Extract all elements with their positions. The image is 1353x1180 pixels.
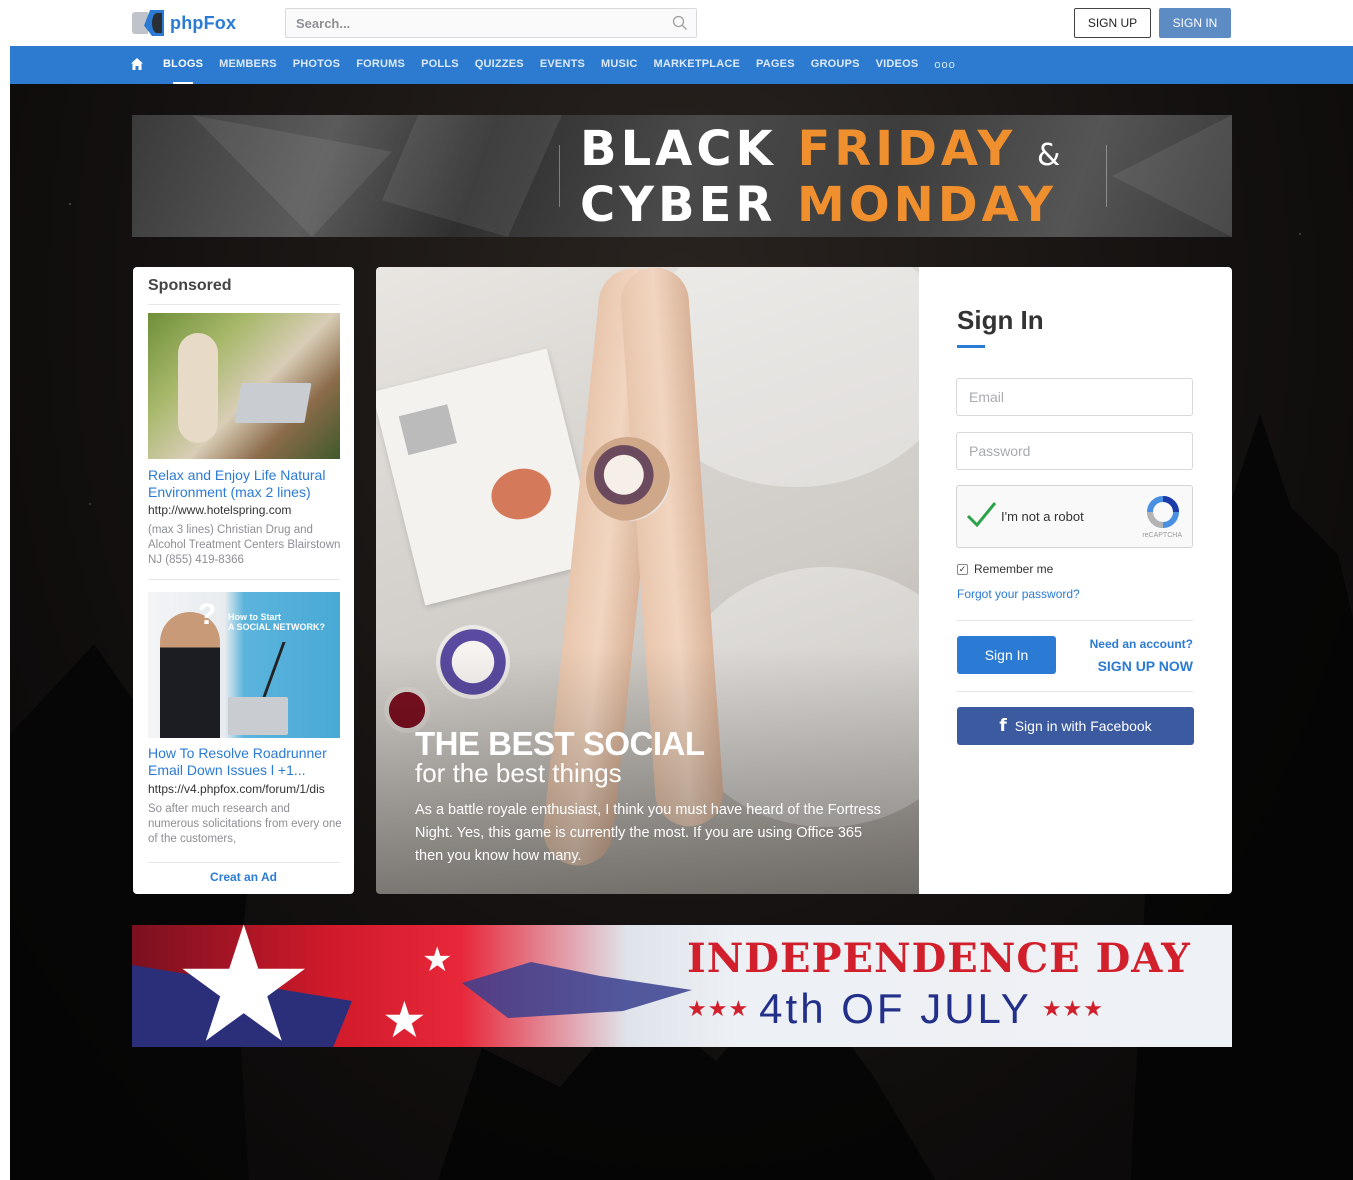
star-icon: ★ — [172, 925, 316, 1047]
email-field[interactable] — [956, 378, 1193, 416]
forgot-password-link[interactable]: Forgot your password? — [957, 587, 1080, 601]
header-signup-button[interactable]: SIGN UP — [1074, 8, 1151, 38]
nav-item-photos[interactable]: PHOTOS — [293, 46, 340, 84]
nav-item-groups[interactable]: GROUPS — [811, 46, 860, 84]
star-icon: ★ — [382, 992, 427, 1047]
signup-now-link[interactable]: SIGN UP NOW — [1098, 658, 1193, 674]
recaptcha-widget[interactable]: I'm not a robot reCAPTCHA — [956, 485, 1193, 548]
checkmark-icon[interactable] — [965, 500, 997, 530]
banner-line-2: CYBER MONDAY — [580, 177, 1057, 233]
nav-item-blogs[interactable]: BLOGS — [163, 46, 203, 84]
hero-subtitle: for the best things — [415, 758, 622, 788]
facebook-icon: f — [999, 716, 1007, 736]
nav-item-videos[interactable]: VIDEOS — [876, 46, 919, 84]
independence-day-banner[interactable]: ★ ★ ★ INDEPENDENCE DAY ★★★ 4th OF JULY ★… — [132, 925, 1232, 1047]
search-input[interactable] — [286, 9, 646, 37]
hero-text: As a battle royale enthusiast, I think y… — [415, 802, 881, 864]
ad-url-2: https://v4.phpfox.com/forum/1/dis — [148, 782, 325, 796]
divider — [148, 579, 340, 580]
nav-item-quizzes[interactable]: QUIZZES — [475, 46, 524, 84]
ad-image-1[interactable] — [148, 313, 340, 459]
nav-item-music[interactable]: MUSIC — [601, 46, 637, 84]
independence-subtitle: ★★★ 4th OF JULY ★★★ — [687, 985, 1104, 1032]
sponsored-panel: Sponsored Relax and Enjoy Life Natural E… — [133, 267, 354, 894]
ad-title-1[interactable]: Relax and Enjoy Life Natural Environment… — [148, 467, 343, 501]
search-box — [285, 8, 697, 38]
nav-more-icon[interactable]: ooo — [934, 59, 955, 71]
remember-me[interactable]: ✓ Remember me — [957, 562, 1053, 576]
need-account-label: Need an account? — [1089, 637, 1193, 651]
home-icon[interactable] — [130, 57, 144, 71]
ad-description-2: So after much research and numerous soli… — [148, 803, 342, 845]
logo-text: phpFox — [170, 12, 237, 33]
password-field[interactable] — [956, 432, 1193, 470]
nav-item-pages[interactable]: PAGES — [756, 46, 795, 84]
black-friday-banner[interactable]: BLACK FRIDAY & CYBER MONDAY — [132, 115, 1232, 237]
divider — [148, 862, 340, 863]
remember-checkbox[interactable]: ✓ — [957, 563, 968, 575]
nav-item-forums[interactable]: FORUMS — [356, 46, 405, 84]
captcha-label: I'm not a robot — [1001, 509, 1084, 524]
divider — [148, 304, 340, 305]
independence-title: INDEPENDENCE DAY — [687, 935, 1191, 982]
top-header: phpFox SIGN UP SIGN IN — [0, 0, 1353, 46]
nav-item-polls[interactable]: POLLS — [421, 46, 459, 84]
facebook-label: Sign in with Facebook — [1014, 718, 1152, 734]
ad-url-1: http://www.hotelspring.com — [148, 503, 292, 517]
signin-button[interactable]: Sign In — [957, 636, 1056, 674]
nav-items: BLOGS MEMBERS PHOTOS FORUMS POLLS QUIZZES EVEN… — [163, 46, 956, 84]
create-ad-link[interactable]: Creat an Ad — [133, 870, 354, 884]
remember-label: Remember me — [974, 562, 1054, 576]
ad-description-1: (max 3 lines) Christian Drug and Alcohol… — [148, 524, 341, 566]
recaptcha-icon — [1147, 496, 1179, 528]
site-logo[interactable]: phpFox — [132, 9, 236, 37]
signin-panel: Sign In I'm not a robot reCAPTCHA ✓ Reme… — [919, 267, 1232, 894]
ad-title-2[interactable]: How To Resolve Roadrunner Email Down Iss… — [148, 745, 343, 779]
search-icon[interactable] — [672, 15, 688, 31]
divider — [956, 691, 1193, 692]
nav-item-marketplace[interactable]: MARKETPLACE — [654, 46, 741, 84]
facebook-signin-button[interactable]: f Sign in with Facebook — [957, 707, 1194, 745]
divider — [956, 620, 1193, 621]
sponsored-title: Sponsored — [148, 277, 232, 294]
nav-item-members[interactable]: MEMBERS — [219, 46, 277, 84]
main-nav: BLOGS MEMBERS PHOTOS FORUMS POLLS QUIZZES EVEN… — [10, 46, 1353, 84]
title-accent — [957, 345, 985, 348]
banner-line-1: BLACK FRIDAY & — [580, 121, 1061, 177]
signin-title: Sign In — [957, 305, 1044, 335]
hero-image: THE BEST SOCIAL for the best things As a… — [376, 267, 919, 894]
nav-item-events[interactable]: EVENTS — [540, 46, 585, 84]
phpfox-logo-icon — [132, 10, 166, 36]
header-signin-button[interactable]: SIGN IN — [1159, 8, 1231, 38]
ad-image-2[interactable]: ? How to Start A SOCIAL NETWORK? — [148, 592, 340, 738]
star-icon: ★ — [422, 941, 453, 979]
captcha-brand: reCAPTCHA — [1142, 532, 1182, 539]
